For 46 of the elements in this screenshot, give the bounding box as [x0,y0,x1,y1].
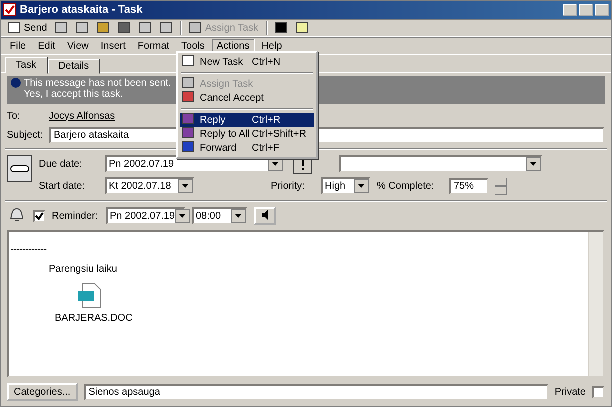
menu-item[interactable]: Help [256,38,288,54]
notes-area[interactable]: ------------ Parengsiu laiku BARJERAS.DOC [7,230,605,378]
menu-item[interactable]: Tools [176,38,210,54]
menu-item[interactable]: View [62,38,94,54]
complete-label: % Complete: [377,180,436,192]
reminder-time-field[interactable]: 08:00 [192,207,248,225]
private-checkbox[interactable] [592,386,605,398]
spinner-icon[interactable] [495,178,507,194]
private-label: Private [554,386,586,398]
menu-item[interactable]: Insert [96,38,131,54]
subject-label: Subject: [7,130,43,140]
complete-field[interactable]: 75% [449,178,489,194]
send-button[interactable]: Send [5,20,50,36]
body-rule-text: ------------ [11,244,48,254]
info-icon [11,78,21,88]
body-caption: Parengsiu laiku [49,264,118,275]
menu-entry[interactable]: Reply Ctrl+R [180,113,314,127]
tab[interactable]: Task [5,57,48,74]
attachment-name[interactable]: BARJERAS.DOC [55,313,133,324]
reminder-checkbox[interactable] [33,210,46,222]
recipient-link[interactable]: Jocys Alfonsas [49,110,116,122]
scrollbar[interactable] [588,232,603,376]
menu-entry[interactable]: New Task Ctrl+N [180,55,314,69]
menu-item[interactable]: Format [132,38,175,54]
start-date-field[interactable]: Kt 2002.07.18 [105,177,195,195]
menu-item[interactable]: File [5,38,32,54]
info-text: Yes, I accept this task. [24,89,124,100]
due-date-label: Due date: [39,158,84,170]
categories-field[interactable]: Sienos apsauga [84,384,549,400]
categories-button[interactable]: Categories... [7,383,78,401]
menu-entry[interactable]: Cancel Accept [180,91,314,105]
title-text: Barjero ataskaita - Task [20,4,143,16]
to-label: To: [7,110,22,122]
menu-entry[interactable]: Reply to All Ctrl+Shift+R [180,127,314,141]
menu-item[interactable]: Edit [33,38,60,54]
document-icon[interactable] [77,283,103,309]
sound-button[interactable] [254,207,276,225]
reminder-label: Reminder: [52,210,100,222]
calendar-icon [7,155,33,183]
start-date-label: Start date: [39,180,86,192]
info-text: This message has not been sent. [24,78,172,89]
priority-field[interactable]: High [321,177,371,195]
tab[interactable]: Details [48,59,100,74]
priority-label: Priority: [271,180,306,192]
status-field[interactable] [339,155,543,173]
menu-entry[interactable]: Forward Ctrl+F [180,141,314,155]
